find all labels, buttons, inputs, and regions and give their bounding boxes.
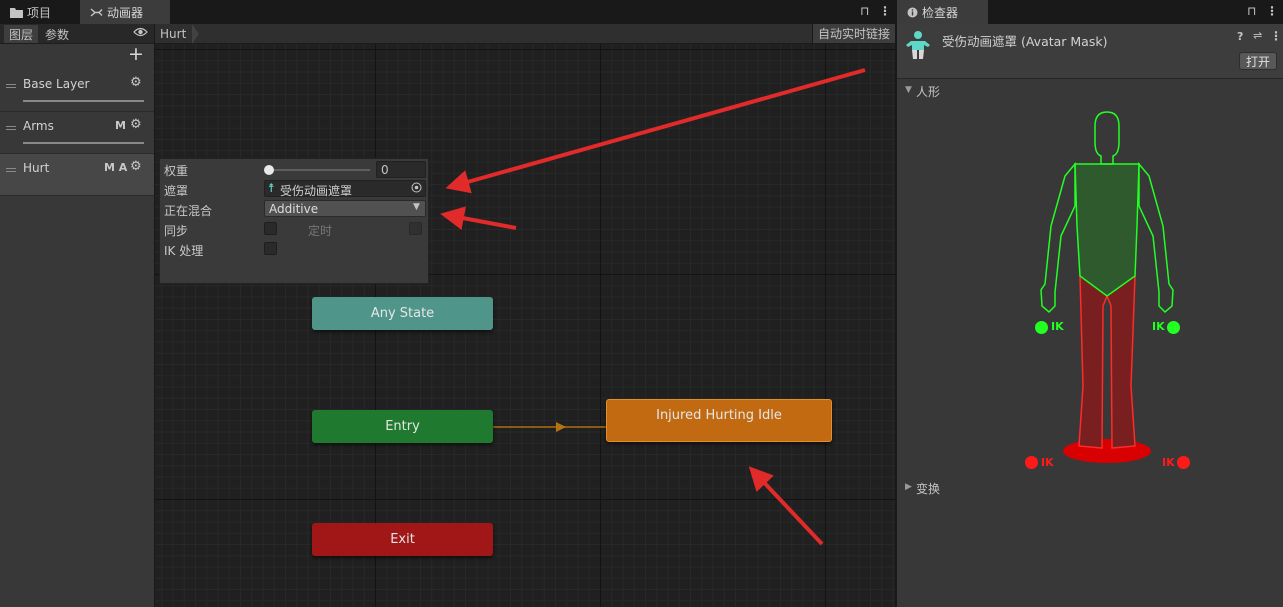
more-menu-icon[interactable]: ⋮ xyxy=(1270,29,1282,43)
left-hand-ik-dot[interactable] xyxy=(1035,321,1048,334)
tab-project-label: 项目 xyxy=(27,5,52,20)
timing-label: 定时 xyxy=(308,224,333,238)
mask-object-field[interactable]: ☨ 受伤动画遮罩 xyxy=(264,180,426,198)
animator-icon xyxy=(90,7,103,18)
weight-slider-track[interactable] xyxy=(268,169,370,171)
annotation-arrows xyxy=(440,68,866,546)
sync-checkbox[interactable] xyxy=(264,222,277,235)
layer-item-arms[interactable]: Arms M ⚙ xyxy=(0,112,154,154)
right-arm-region[interactable] xyxy=(1138,161,1174,314)
foldout-collapsed-icon[interactable]: ▶ xyxy=(905,482,912,492)
avatar-mask-icon: ☨ xyxy=(268,181,275,195)
object-picker-icon[interactable] xyxy=(411,182,422,196)
layer-item-hurt[interactable]: Hurt M A ⚙ xyxy=(0,154,154,196)
tab-parameters[interactable]: 参数 xyxy=(40,25,74,43)
more-menu-icon[interactable]: ⋮ xyxy=(879,4,891,18)
ground-ik-ellipse[interactable] xyxy=(1063,439,1151,463)
drag-handle-icon[interactable] xyxy=(6,168,16,172)
gear-icon[interactable]: ⚙ xyxy=(130,159,142,174)
blending-dropdown[interactable]: Additive ▼ xyxy=(264,200,426,217)
inspector-panel: 受伤动画遮罩 (Avatar Mask) ? ⇌ ⋮ 打开 ▼ 人形 IK IK… xyxy=(897,24,1283,607)
lock-icon[interactable]: ⊓ xyxy=(860,4,869,18)
right-hand-ik-dot[interactable] xyxy=(1167,321,1180,334)
drag-handle-icon[interactable] xyxy=(6,84,16,88)
body-region[interactable] xyxy=(1074,163,1140,297)
layer-name: Arms xyxy=(23,119,54,133)
ik-pass-label: IK 处理 xyxy=(164,244,204,258)
tab-inspector[interactable]: 检查器 xyxy=(897,0,988,24)
timing-checkbox[interactable] xyxy=(409,222,422,235)
left-foot-ik-label: IK xyxy=(1041,456,1054,469)
tab-animator[interactable]: 动画器 xyxy=(80,0,170,24)
mask-label: 遮罩 xyxy=(164,184,189,198)
layer-name: Base Layer xyxy=(23,77,90,91)
ik-pass-checkbox[interactable] xyxy=(264,242,277,255)
info-icon xyxy=(907,7,918,18)
lock-icon[interactable]: ⊓ xyxy=(1247,4,1256,18)
inspector-tab-bar: 检查器 ⊓ ⋮ xyxy=(897,0,1283,24)
weight-label: 权重 xyxy=(164,164,189,178)
legs-region[interactable] xyxy=(1078,275,1136,449)
add-layer-button[interactable]: + xyxy=(128,44,144,64)
humanoid-section-label[interactable]: 人形 xyxy=(916,83,940,100)
drag-handle-icon[interactable] xyxy=(6,126,16,130)
layer-name: Hurt xyxy=(23,161,50,175)
settings-sliders-icon[interactable]: ⇌ xyxy=(1253,29,1262,42)
layer-flags: M A xyxy=(104,161,128,174)
tab-animator-label: 动画器 xyxy=(107,5,144,20)
blending-label: 正在混合 xyxy=(164,204,213,218)
help-icon[interactable]: ? xyxy=(1237,30,1243,43)
gear-icon[interactable]: ⚙ xyxy=(130,117,142,132)
foldout-expanded-icon[interactable]: ▼ xyxy=(905,85,912,95)
annotation-arrow-blending xyxy=(440,206,517,231)
sync-label: 同步 xyxy=(164,224,189,238)
humanoid-body-diagram[interactable] xyxy=(1027,106,1187,476)
folder-icon xyxy=(10,7,23,18)
right-foot-ik-label: IK xyxy=(1162,456,1175,469)
transform-section-label[interactable]: 变换 xyxy=(916,480,940,497)
state-machine-graph[interactable]: Hurt 自动实时链接 Any State Entry Exit Injured… xyxy=(155,24,895,607)
annotation-arrow-state xyxy=(748,466,824,546)
blending-value: Additive xyxy=(269,202,319,216)
inspector-header: 受伤动画遮罩 (Avatar Mask) ? ⇌ ⋮ 打开 xyxy=(897,24,1283,79)
left-arm-region[interactable] xyxy=(1040,161,1076,314)
visibility-eye-icon[interactable] xyxy=(133,26,148,42)
layer-settings-popup: 权重 0 遮罩 ☨ 受伤动画遮罩 正在混合 Additive ▼ 同步 定时 I… xyxy=(159,158,429,284)
weight-slider-thumb[interactable] xyxy=(264,165,274,175)
right-hand-ik-label: IK xyxy=(1152,320,1165,333)
weight-input[interactable]: 0 xyxy=(376,161,426,178)
layers-panel: 图层 参数 + Base Layer ⚙ Arms M ⚙ Hurt M A ⚙ xyxy=(0,24,154,607)
layers-params-tabs: 图层 参数 xyxy=(0,24,154,44)
tab-project[interactable]: 项目 xyxy=(0,0,80,24)
annotation-arrow-mask xyxy=(445,68,866,194)
layer-item-base-layer[interactable]: Base Layer ⚙ xyxy=(0,70,154,112)
layer-weight-bar xyxy=(23,100,144,102)
left-foot-ik-dot[interactable] xyxy=(1025,456,1038,469)
layer-weight-bar xyxy=(23,142,144,144)
tab-layers[interactable]: 图层 xyxy=(4,25,39,43)
chevron-down-icon: ▼ xyxy=(413,202,420,212)
right-foot-ik-dot[interactable] xyxy=(1177,456,1190,469)
head-region[interactable] xyxy=(1094,111,1120,165)
layer-flags: M xyxy=(115,119,126,132)
avatar-mask-icon xyxy=(904,30,932,63)
tab-inspector-label: 检查器 xyxy=(922,5,959,20)
inspector-title: 受伤动画遮罩 (Avatar Mask) xyxy=(942,34,1108,49)
animator-tab-bar: 项目 动画器 ⊓ ⋮ xyxy=(0,0,895,24)
mask-value: 受伤动画遮罩 xyxy=(280,184,353,198)
more-menu-icon[interactable]: ⋮ xyxy=(1266,4,1278,18)
gear-icon[interactable]: ⚙ xyxy=(130,75,142,90)
open-button[interactable]: 打开 xyxy=(1239,52,1277,70)
left-hand-ik-label: IK xyxy=(1051,320,1064,333)
